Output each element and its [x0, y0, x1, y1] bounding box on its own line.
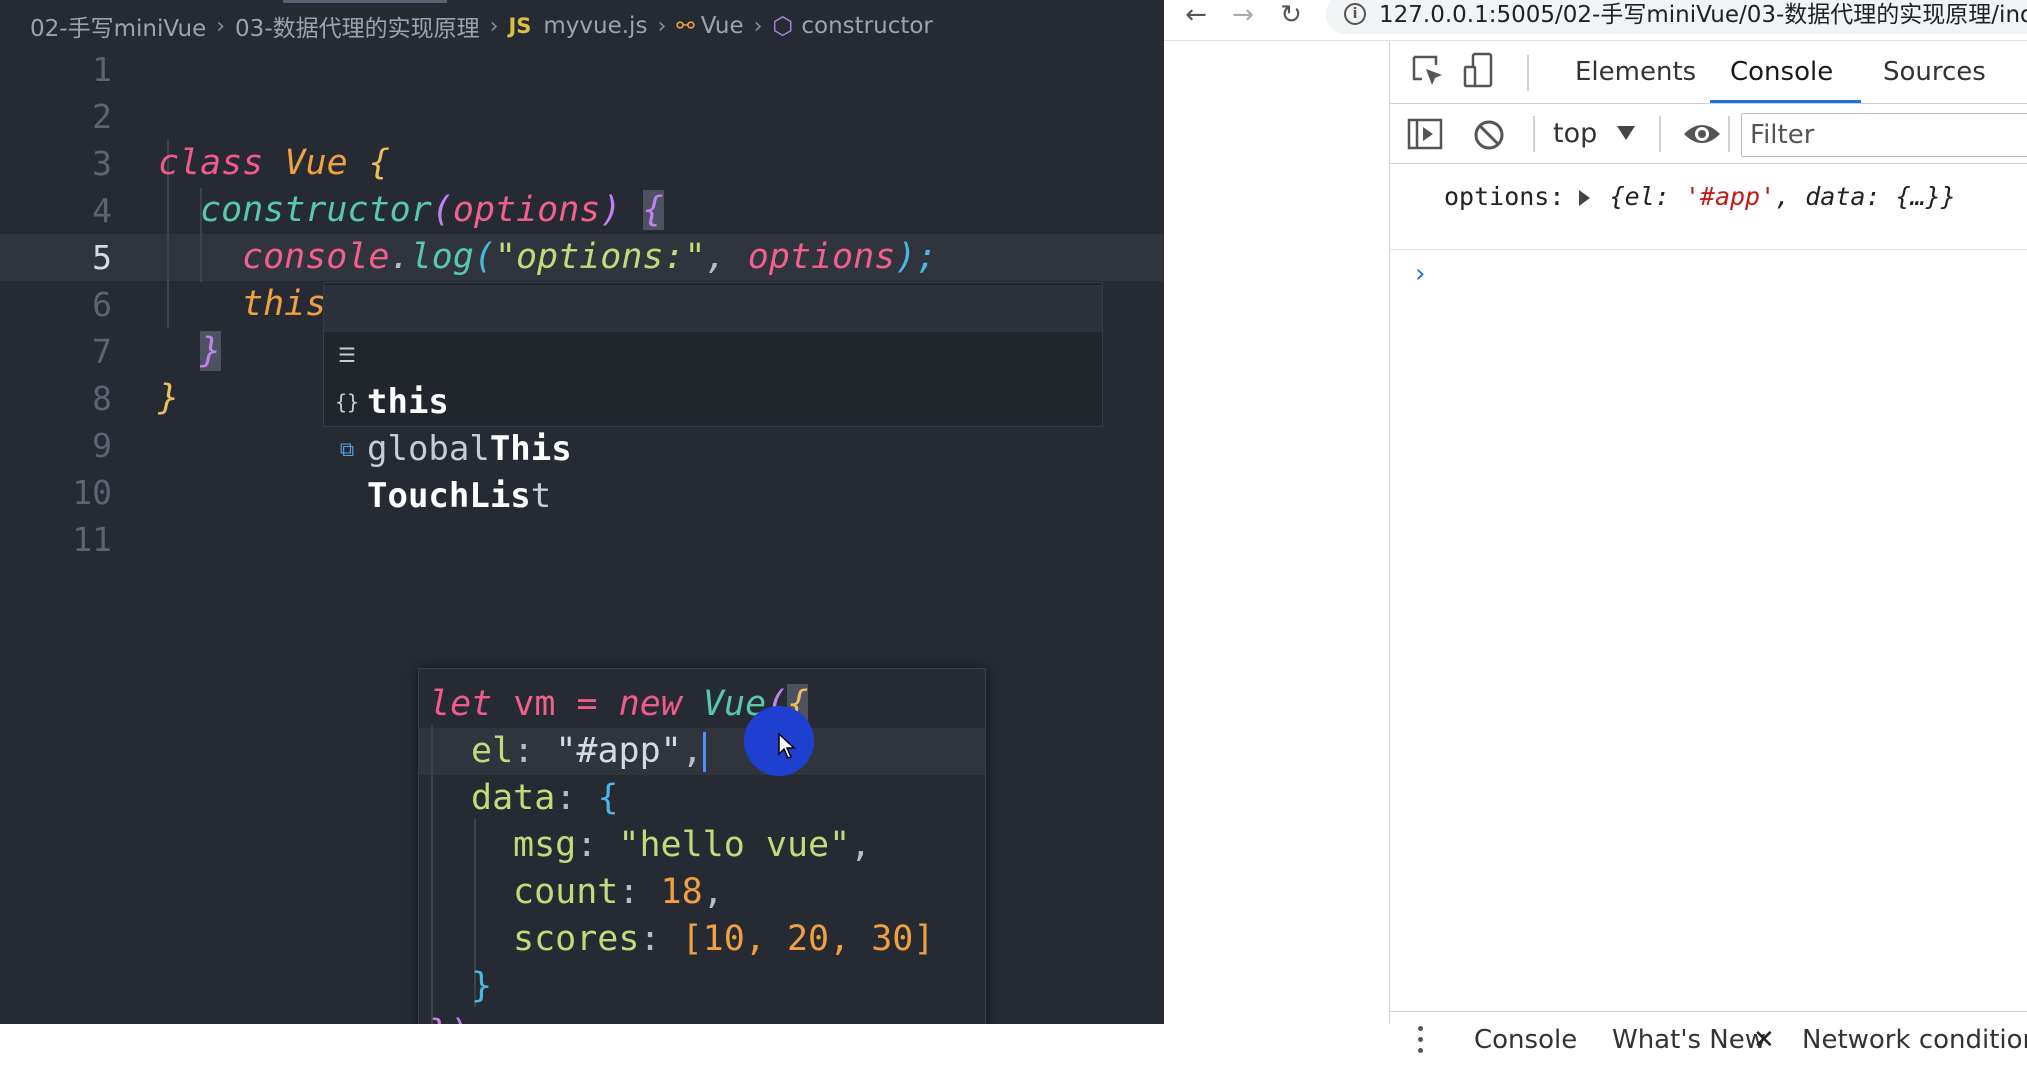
method-icon: ⬡ [772, 12, 794, 40]
tab-console[interactable]: Console [1730, 41, 1833, 104]
url-text[interactable]: 127.0.0.1:5005/02-手写miniVue/03-数据代理的实现原理… [1379, 0, 2027, 30]
peek-line-3: data: { [471, 778, 619, 818]
divider [1659, 116, 1661, 152]
back-arrow-icon[interactable]: ← [1181, 0, 1211, 30]
mouse-cursor-icon [778, 733, 796, 759]
peek-line-7: } [471, 966, 493, 1006]
divider [1527, 55, 1529, 91]
js-file-icon: JS [508, 14, 532, 38]
peek-line-6: scores: [10, 20, 30] [513, 919, 935, 959]
code-peek-overlay[interactable]: let vm = new Vue({ el: "#app", data: { m… [418, 668, 986, 1024]
peek-line-8: }); [429, 1010, 492, 1024]
line-number: 2 [92, 97, 112, 136]
line-number: 7 [92, 332, 112, 371]
breadcrumb-file[interactable]: myvue.js [543, 13, 647, 39]
suggestion-item[interactable]: ⧉ TouchList [324, 379, 1102, 516]
line-number: 4 [92, 191, 112, 230]
chevron-right-icon: › [753, 13, 763, 39]
close-icon[interactable]: ✕ [1753, 1012, 1775, 1068]
console-toolbar: top Filter [1390, 104, 2027, 164]
sidebar-toggle-icon[interactable] [1406, 116, 1444, 152]
expand-triangle-icon[interactable] [1579, 190, 1590, 206]
line-number: 6 [92, 285, 112, 324]
drawer-tab-console[interactable]: Console [1474, 1012, 1577, 1068]
devtools-drawer: Console What's New ✕ Network conditions [1390, 1011, 2027, 1067]
inspect-element-icon[interactable] [1408, 51, 1448, 91]
line-number: 11 [72, 520, 112, 559]
divider [1533, 116, 1535, 152]
device-toolbar-icon[interactable] [1460, 51, 1500, 91]
autocomplete-popup[interactable]: ☰ this {} globalThis ⧉ TouchList [323, 282, 1103, 516]
breadcrumb-class[interactable]: Vue [701, 13, 744, 39]
active-tab-underline [1710, 100, 1861, 103]
clear-console-icon[interactable] [1472, 118, 1506, 152]
divider [1728, 116, 1730, 152]
browser-window: ← → ↻ i 127.0.0.1:5005/02-手写miniVue/03-数… [1164, 0, 2027, 1067]
text-cursor [702, 732, 706, 772]
peek-line-5: count: 18, [513, 872, 724, 912]
tab-sources[interactable]: Sources [1883, 41, 1986, 104]
breadcrumb: 02-手写miniVue › 03-数据代理的实现原理 › JS myvue.j… [0, 0, 1164, 52]
log-line: options: {el: '#app', data: {…}} [1444, 182, 1956, 211]
tab-elements[interactable]: Elements [1575, 41, 1696, 104]
context-selector[interactable]: top [1553, 104, 1597, 164]
indent-guide [431, 725, 433, 1024]
suggestion-item[interactable]: ☰ this [324, 285, 1102, 422]
console-message[interactable]: options: {el: '#app', data: {…}} [1390, 164, 2027, 250]
more-options-icon[interactable] [1418, 1026, 1424, 1054]
drawer-tab-whats-new[interactable]: What's New [1612, 1012, 1766, 1068]
suggestion-item[interactable]: {} globalThis [324, 332, 1102, 469]
breadcrumb-folder2[interactable]: 03-数据代理的实现原理 [235, 9, 480, 43]
line-number: 5 [92, 238, 112, 277]
class-icon: ⚯ [676, 13, 695, 39]
chevron-right-icon: › [657, 13, 667, 39]
devtools-tabbar: Elements Console Sources [1390, 41, 2027, 104]
breadcrumb-member[interactable]: constructor [801, 13, 933, 39]
forward-arrow-icon[interactable]: → [1228, 0, 1258, 30]
code-editor[interactable]: 02-手写miniVue › 03-数据代理的实现原理 › JS myvue.j… [0, 0, 1164, 1024]
eye-icon[interactable] [1682, 120, 1722, 148]
peek-line-4: msg: "hello vue", [513, 825, 872, 865]
console-prompt[interactable]: › [1415, 259, 1425, 289]
caret-down-icon [1617, 126, 1635, 140]
variable-icon: ⧉ [339, 437, 355, 461]
line-number: 10 [72, 473, 112, 512]
breadcrumb-folder1[interactable]: 02-手写miniVue [30, 9, 206, 43]
info-icon[interactable]: i [1344, 3, 1366, 25]
filter-input[interactable]: Filter [1741, 113, 2027, 157]
line-number: 8 [92, 379, 112, 418]
line-number: 1 [92, 50, 112, 89]
drawer-tab-network-conditions[interactable]: Network conditions [1802, 1012, 2027, 1068]
peek-line-2: el: "#app", [471, 728, 706, 775]
chevron-right-icon: › [216, 13, 226, 39]
reload-icon[interactable]: ↻ [1276, 0, 1306, 30]
line-number: 3 [92, 144, 112, 183]
devtools-panel: Elements Console Sources top Filter opti… [1389, 41, 2027, 1067]
address-bar: ← → ↻ i 127.0.0.1:5005/02-手写miniVue/03-数… [1164, 0, 2027, 41]
chevron-right-icon: › [489, 13, 499, 39]
line-number: 9 [92, 426, 112, 465]
